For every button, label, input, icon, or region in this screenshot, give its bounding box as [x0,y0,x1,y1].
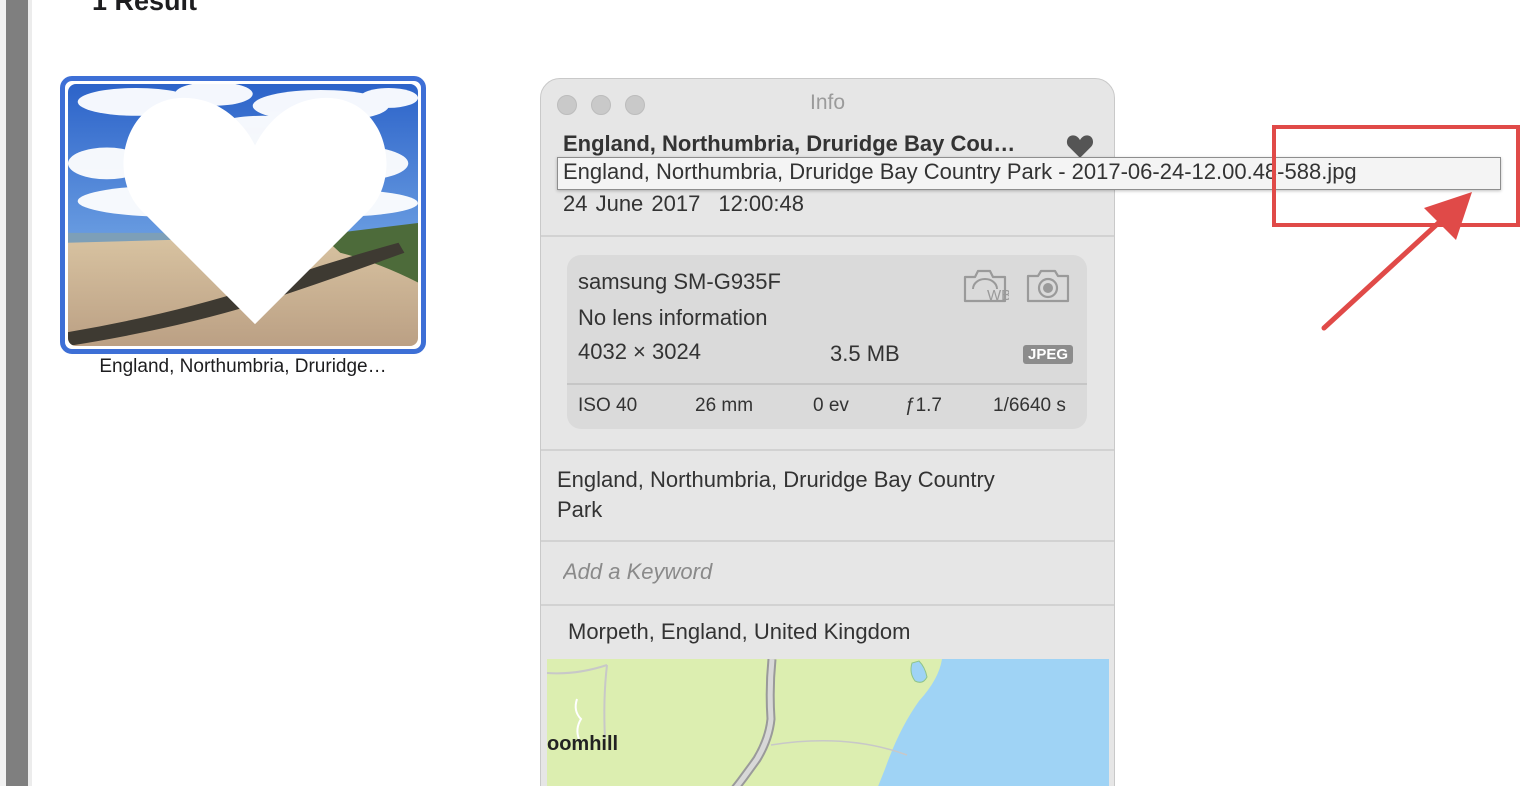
thumbnail-image [68,84,418,346]
white-balance-label: WB [987,287,1009,304]
results-heading: 1 Result [92,0,198,16]
favorite-heart-icon[interactable] [80,84,418,336]
photo-time: 12:00:48 [718,191,804,216]
divider [541,604,1114,606]
panel-title: Info [809,91,846,114]
location-name[interactable]: England, Northumbria, Druridge Bay Count… [557,465,997,525]
camera-box-separator [567,383,1087,385]
divider [541,540,1114,542]
image-dimensions: 4032 × 3024 [578,339,701,364]
exif-iso: ISO 40 [578,395,638,416]
camera-model: samsung SM-G935F [578,269,781,294]
divider [541,449,1114,451]
photo-datetime: 24 June 2017 12:00:48 [563,191,804,217]
divider [541,235,1114,237]
camera-icon [1026,269,1070,303]
window-edge-inner [28,0,32,786]
camera-info-box: samsung SM-G935F No lens information 403… [567,255,1087,429]
window-left-edge [0,0,32,786]
map-graphic [547,659,1109,786]
exif-shutter-speed: 1/6640 s [993,395,1066,416]
map-place-label: oomhill [547,733,619,755]
keyword-input[interactable] [555,551,1095,593]
place-name: Morpeth, England, United Kingdom [568,619,911,644]
lens-info: No lens information [578,305,768,330]
exif-aperture: ƒ1.7 [905,395,942,416]
white-balance-icon: WB [963,269,1009,304]
exif-exposure-bias: 0 ev [813,395,849,416]
photo-title[interactable]: England, Northumbria, Druridge Bay Cou… [563,131,1015,157]
photo-thumbnail[interactable] [60,76,426,354]
photo-date: 24 June 2017 [563,191,701,216]
annotation-arrow-icon [1321,192,1472,331]
format-badge: JPEG [1023,345,1074,364]
thumbnail-caption: England, Northumbria, Druridge… [99,356,387,377]
exif-focal-length: 26 mm [695,395,754,416]
favorite-heart-icon[interactable] [1065,133,1095,159]
location-map[interactable]: oomhill [547,659,1109,786]
file-size: 3.5 MB [830,341,900,366]
